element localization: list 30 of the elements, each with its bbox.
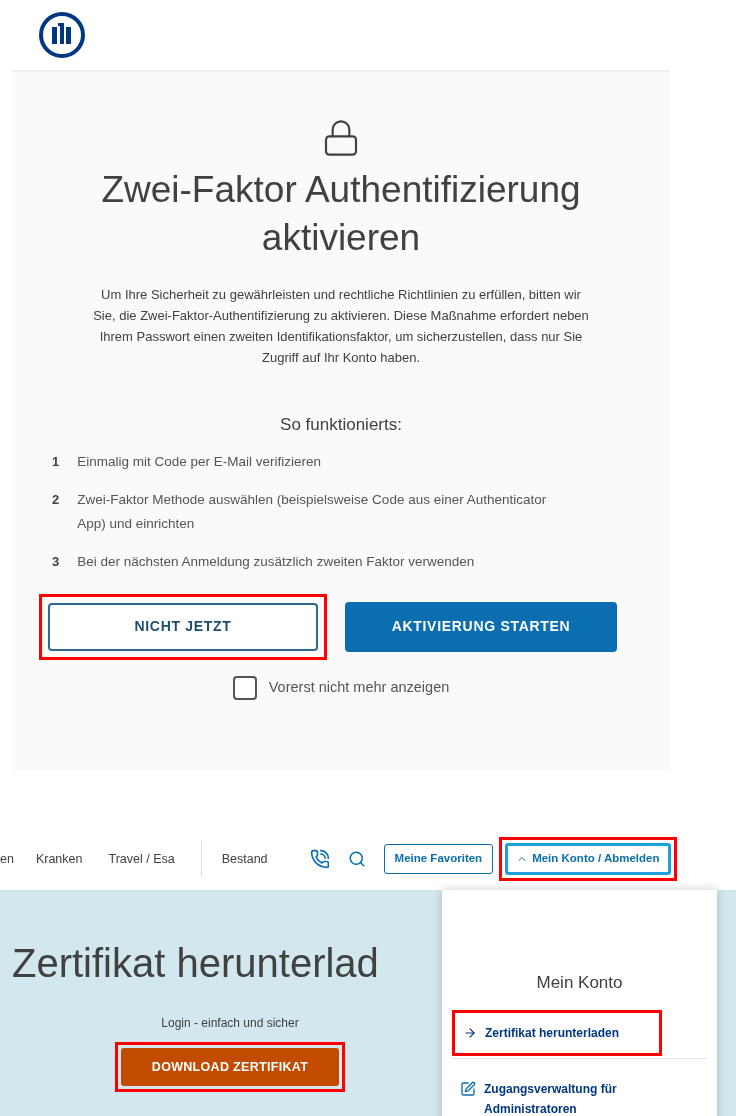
step-text: Bei der nächsten Anmeldung zusätzlich zweiten Faktor verwenden <box>77 552 476 571</box>
steps-heading: So funktionierts: <box>280 414 402 436</box>
skip-button[interactable]: NICHT JETZT <box>48 602 318 651</box>
nav-link[interactable]: en <box>0 849 14 869</box>
account-button[interactable]: Mein Konto / Abmelden <box>505 843 671 875</box>
step-text: Zwei-Faktor Methode auswählen (beispielsweise Code aus einer Authenticator App) und einrichten <box>77 490 548 533</box>
nav-link[interactable]: Kranken <box>35 849 83 869</box>
search-icon[interactable] <box>347 850 366 868</box>
start-button[interactable]: AKTIVIERUNG STARTEN <box>345 601 617 652</box>
hero-subtitle: Login - einfach und sicher <box>161 1015 299 1032</box>
nav-link[interactable]: Travel / Esa <box>108 849 175 869</box>
edit-icon <box>460 1080 476 1097</box>
hero-title: Zertifikat herunterlad <box>12 940 379 987</box>
menu-item[interactable]: Zugangsverwaltung für Administratoren <box>452 1068 662 1116</box>
nav-link[interactable]: Bestand <box>221 849 268 869</box>
phone-chat-icon[interactable] <box>309 849 330 869</box>
step-text: Einmalig mit Code per E-Mail verifizieren <box>77 452 323 471</box>
dialog-description: Um Ihre Sicherheit zu gewährleisten und rechtliche Richtlinien zu erfüllen, bitten wir Sie, die Zwei-Faktor-Authentifizierung zu aktivieren. Diese Maßnahme erfordert neben Ihrem Passwort einen zweiten Identifikationsfaktor, um sicherzustellen, dass nur Sie Zugriff auf Ihr Konto haben. <box>92 286 590 367</box>
step-number: 1 <box>52 452 60 471</box>
checkbox[interactable] <box>232 675 257 700</box>
checkbox-label: Vorerst nicht mehr anzeigen <box>268 677 450 697</box>
download-button[interactable]: DOWNLOAD ZERTIFIKAT <box>121 1048 339 1086</box>
menu-title: Mein Konto <box>536 972 623 994</box>
logo-icon <box>38 11 86 59</box>
arrow-icon <box>463 1025 477 1040</box>
step-number: 2 <box>52 490 60 509</box>
dialog-title: Zwei-Faktor Authentifizierung aktivieren <box>100 168 582 260</box>
favorites-button[interactable]: Meine Favoriten <box>383 844 494 874</box>
step-number: 3 <box>52 552 60 571</box>
menu-item[interactable]: Zertifikat herunterladen <box>455 1012 659 1053</box>
